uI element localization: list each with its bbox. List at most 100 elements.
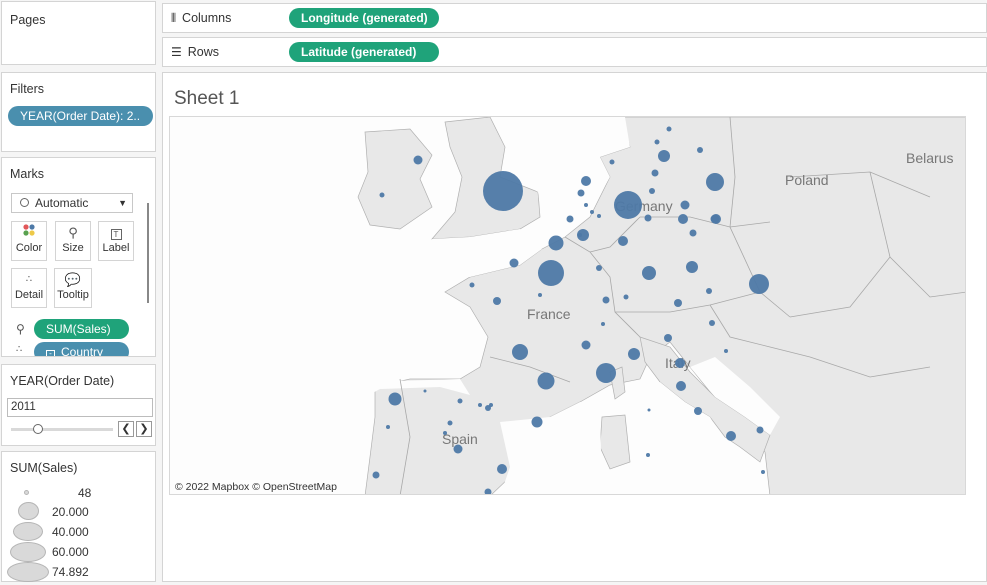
mark-milan[interactable] (675, 358, 685, 368)
detail-field-pill[interactable]: - Country (34, 342, 129, 356)
mark-szczecin[interactable] (609, 159, 615, 165)
mark-frankfurt[interactable] (618, 236, 628, 246)
map-view[interactable]: Belarus Poland Germany France Italy Spai… (169, 116, 966, 495)
mark-small-9[interactable] (447, 420, 453, 426)
columns-pill[interactable]: Longitude (generated) (289, 8, 439, 28)
color-button[interactable]: Color (11, 221, 47, 261)
mark-hannover[interactable] (644, 214, 652, 222)
mark-warsaw-west[interactable] (680, 200, 690, 210)
mark-amsterdam[interactable] (581, 176, 591, 186)
size-button[interactable]: ⚲ Size (55, 221, 91, 261)
legend-row-2: 20.000 (2, 502, 152, 522)
mark-dresden[interactable] (651, 169, 659, 177)
mark-nantes[interactable] (493, 297, 501, 305)
mark-bratislava[interactable] (709, 320, 715, 326)
map-svg[interactable]: Belarus Poland Germany France Italy Spai… (170, 117, 966, 495)
mark-kiel[interactable] (654, 139, 660, 145)
size-icon: ⚲ (68, 225, 78, 240)
year-filter-input[interactable]: 2011 (7, 398, 153, 417)
sheet-title: Sheet 1 (174, 88, 240, 109)
mark-gdansk[interactable] (710, 214, 720, 224)
mark-stuttgart[interactable] (596, 265, 602, 271)
mark-small-12[interactable] (647, 408, 651, 412)
filter-pill-year[interactable]: YEAR(Order Date): 2.. (8, 106, 153, 126)
mark-cologne[interactable] (614, 191, 642, 219)
mark-small-14[interactable] (724, 349, 728, 353)
mark-marseille[interactable] (596, 363, 616, 383)
automatic-circle-icon (20, 198, 29, 207)
mark-madrid[interactable] (453, 444, 463, 454)
mark-innsbruck[interactable] (674, 299, 682, 307)
mark-paris[interactable] (538, 260, 564, 286)
mark-small-8[interactable] (423, 389, 427, 393)
mark-lyon[interactable] (581, 340, 591, 350)
legend-row-1: 48 (2, 485, 152, 501)
mark-naples[interactable] (726, 431, 736, 441)
mark-budapest[interactable] (749, 274, 769, 294)
mark-small-6[interactable] (538, 293, 542, 297)
mark-zurich[interactable] (602, 296, 610, 304)
legend-row-4: 60.000 (2, 542, 152, 562)
mark-florence[interactable] (676, 381, 686, 391)
rows-pill[interactable]: Latitude (generated) (289, 42, 439, 62)
mark-small-7[interactable] (601, 322, 605, 326)
year-next-button[interactable]: ❯ (136, 421, 152, 437)
mark-graz[interactable] (706, 288, 712, 294)
legend-label-2: 20.000 (52, 505, 89, 519)
mark-valencia[interactable] (497, 464, 507, 474)
mark-lille[interactable] (548, 235, 564, 251)
rows-label: Rows (187, 45, 220, 59)
size-button-label: Size (62, 242, 84, 254)
mark-small-10[interactable] (443, 431, 447, 435)
mark-rennes[interactable] (509, 258, 519, 268)
columns-shelf[interactable]: ⫴ Columns Longitude (generated) (162, 3, 987, 33)
mark-vienna[interactable] (686, 261, 698, 273)
mark-brest[interactable] (469, 282, 475, 288)
mark-small-15[interactable] (761, 470, 765, 474)
mark-munich[interactable] (642, 266, 656, 280)
marks-scrollbar[interactable] (147, 203, 149, 303)
mark-small-2[interactable] (590, 210, 594, 214)
mark-rome[interactable] (694, 407, 702, 415)
mark-small-17[interactable] (489, 403, 493, 407)
size-field-pill[interactable]: SUM(Sales) (34, 319, 129, 339)
mark-small-3[interactable] (597, 214, 601, 218)
mark-type-dropdown[interactable]: Automatic ▼ (11, 193, 133, 213)
legend-label-4: 60.000 (52, 545, 89, 559)
mark-rostock[interactable] (666, 126, 672, 132)
mark-hamburg[interactable] (658, 150, 670, 162)
mark-turin[interactable] (628, 348, 640, 360)
year-slider-track[interactable] (11, 428, 113, 431)
mark-small-16[interactable] (478, 403, 482, 407)
mark-small-4[interactable] (578, 233, 582, 237)
mark-venice[interactable] (697, 147, 703, 153)
mark-berlin[interactable] (706, 173, 724, 191)
mark-bordeaux[interactable] (512, 344, 528, 360)
mark-small-11[interactable] (386, 425, 390, 429)
detail-button[interactable]: ∴ Detail (11, 268, 47, 308)
mark-bremen[interactable] (649, 188, 655, 194)
mark-bologna[interactable] (664, 334, 672, 342)
mark-barcelona[interactable] (531, 416, 543, 428)
mark-bari[interactable] (756, 426, 764, 434)
mark-porto[interactable] (388, 392, 402, 406)
year-prev-button[interactable]: ❮ (118, 421, 134, 437)
mark-london[interactable] (483, 171, 523, 211)
mark-prague[interactable] (689, 229, 697, 237)
mark-ireland-west[interactable] (379, 192, 385, 198)
mark-leipzig[interactable] (678, 214, 688, 224)
mark-bilbao[interactable] (457, 398, 463, 404)
mark-lisbon[interactable] (372, 471, 380, 479)
mark-geneva[interactable] (623, 294, 629, 300)
year-filter-value: 2011 (11, 401, 36, 413)
year-slider-handle[interactable] (33, 424, 43, 434)
mark-small-5[interactable] (566, 215, 574, 223)
mark-small-1[interactable] (584, 203, 588, 207)
mark-dublin[interactable] (413, 155, 423, 165)
mark-toulouse[interactable] (537, 372, 555, 390)
mark-rotterdam[interactable] (577, 189, 585, 197)
label-button[interactable]: T Label (98, 221, 134, 261)
rows-shelf[interactable]: ☰ Rows Latitude (generated) (162, 37, 987, 67)
mark-small-13[interactable] (646, 453, 650, 457)
tooltip-button[interactable]: 💬 Tooltip (54, 268, 92, 308)
